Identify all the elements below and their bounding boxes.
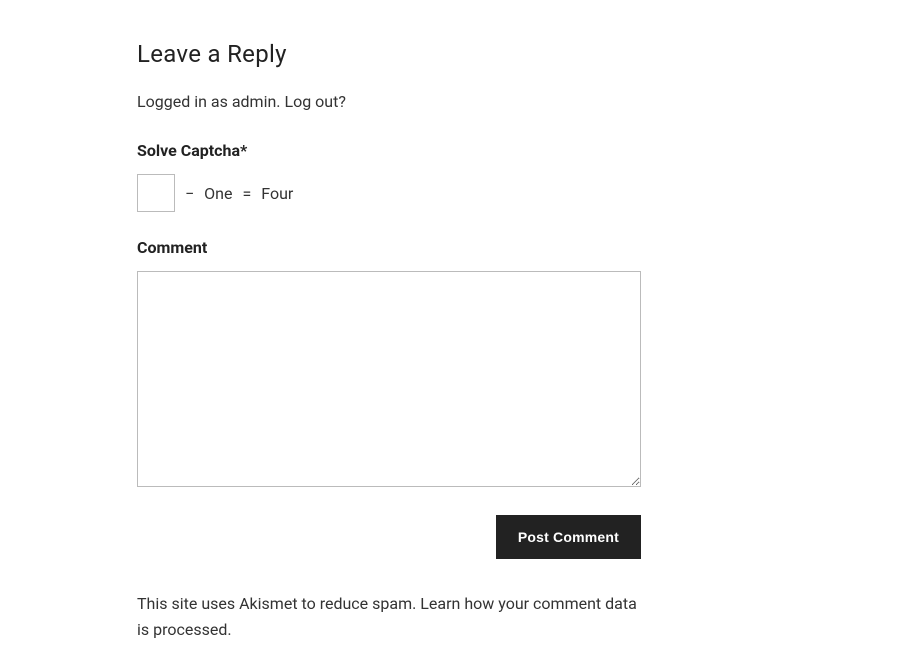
comment-textarea[interactable] (137, 271, 641, 487)
akismet-notice: This site uses Akismet to reduce spam. L… (137, 591, 641, 642)
login-status: Logged in as admin. Log out? (137, 92, 641, 111)
captcha-operand2: Four (261, 184, 293, 203)
captcha-minus: − (185, 184, 194, 203)
login-prefix: Logged in as (137, 92, 232, 111)
captcha-label: Solve Captcha* (137, 141, 641, 160)
akismet-prefix: This site uses Akismet to reduce spam. (137, 594, 420, 613)
captcha-operand1: One (204, 184, 232, 203)
captcha-input[interactable] (137, 174, 175, 212)
captcha-row: − One = Four (137, 174, 641, 212)
reply-form-container: Leave a Reply Logged in as admin. Log ou… (137, 40, 641, 642)
captcha-equals: = (242, 184, 251, 203)
submit-row: Post Comment (137, 515, 641, 559)
comment-label: Comment (137, 238, 641, 257)
post-comment-button[interactable]: Post Comment (496, 515, 641, 559)
akismet-suffix: . (227, 620, 231, 639)
logout-link[interactable]: Log out? (284, 92, 345, 111)
profile-link[interactable]: admin (232, 92, 276, 111)
reply-title: Leave a Reply (137, 40, 641, 68)
